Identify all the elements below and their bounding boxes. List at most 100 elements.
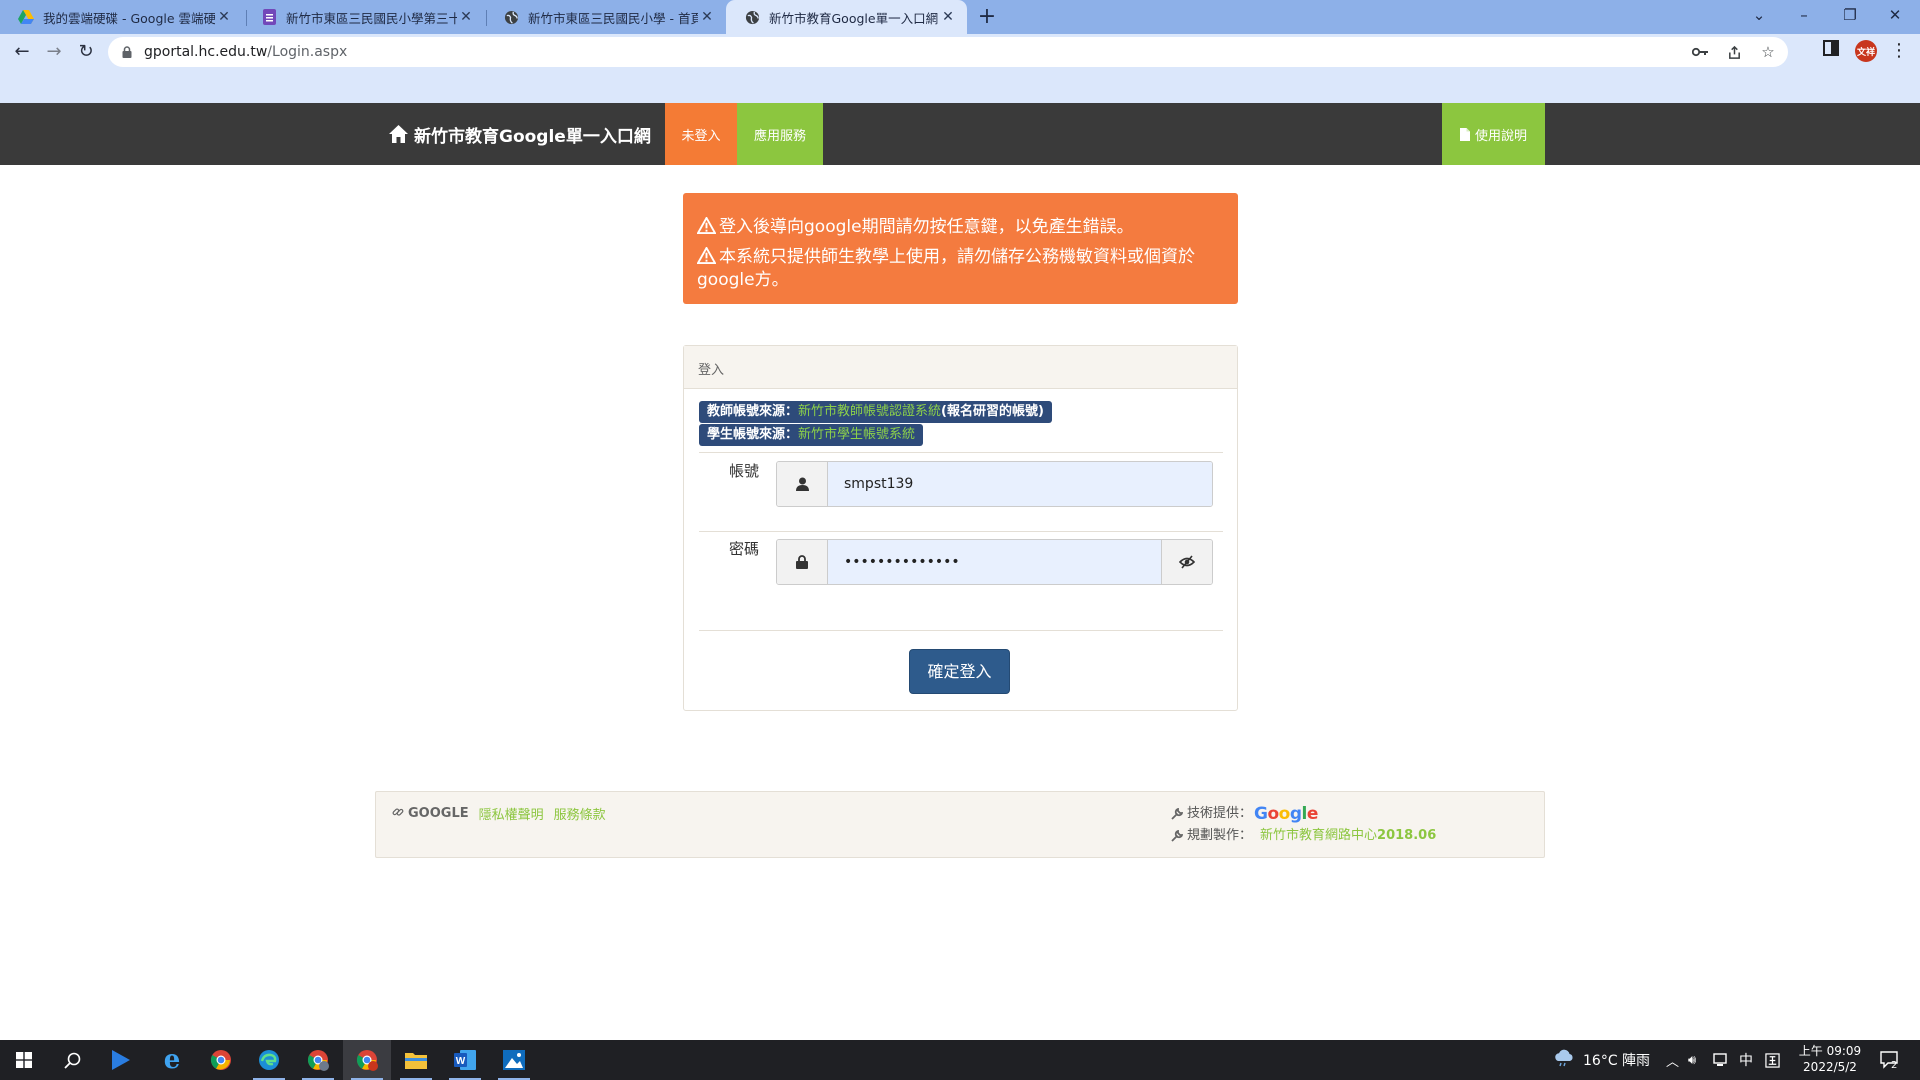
footer-google-label: GOOGLE (408, 806, 469, 821)
alert-text-2: 本系統只提供師生教學上使用，請勿儲存公務機敏資料或個資於google方。 (697, 247, 1195, 290)
site-brand[interactable]: 新竹市教育Google單一入口網 (389, 103, 651, 165)
media-player-icon[interactable] (96, 1040, 144, 1080)
tab-title: 我的雲端硬碟 - Google 雲端硬碟 (43, 10, 215, 26)
clock-date: 2022/5/2 (1803, 1060, 1857, 1074)
footer-credits: 技術提供： Google 規劃製作： 新竹市教育網路中心2018.06 (1171, 803, 1436, 847)
search-icon[interactable] (48, 1040, 96, 1080)
cloud-rain-icon (1553, 1049, 1575, 1071)
terms-of-service-link[interactable]: 服務條款 (554, 804, 606, 823)
footer-links: GOOGLE 隱私權聲明 服務條款 (392, 804, 616, 823)
restore-button[interactable]: ❐ (1828, 0, 1872, 30)
windows-start-icon[interactable] (0, 1040, 48, 1080)
tab-google-drive[interactable]: 我的雲端硬碟 - Google 雲端硬碟 ✕ (0, 0, 243, 34)
account-input[interactable] (828, 462, 1212, 506)
close-window-button[interactable]: ✕ (1873, 0, 1917, 30)
profile-avatar[interactable]: 文祥 (1855, 40, 1877, 62)
close-icon[interactable]: ✕ (457, 9, 475, 25)
taskbar-clock[interactable]: 上午 09:09 2022/5/2 (1794, 1043, 1866, 1075)
ime-mode-indicator[interactable]: 中 (1739, 1040, 1753, 1080)
tech-provider-row: 技術提供： Google (1171, 803, 1436, 825)
notifications-icon[interactable]: 2 (1880, 1040, 1898, 1080)
teacher-source-label: 教師帳號來源： (707, 404, 799, 419)
planner-name: 新竹市教育網路中心 (1260, 828, 1378, 843)
reload-button[interactable]: ↻ (72, 38, 100, 66)
bookmark-bar (0, 70, 1920, 103)
ime-toggle-icon[interactable] (1765, 1040, 1780, 1080)
internet-explorer-icon[interactable]: e (148, 1040, 196, 1080)
bookmark-star-icon[interactable]: ☆ (1758, 42, 1778, 62)
share-icon[interactable] (1724, 42, 1744, 62)
chrome-profile-icon[interactable] (294, 1040, 342, 1080)
notification-count: 2 (1891, 1059, 1898, 1071)
nav-help-label: 使用說明 (1474, 128, 1527, 144)
url-host: gportal.hc.edu.tw (144, 44, 268, 60)
network-icon[interactable] (1713, 1040, 1729, 1080)
wrench-icon (1171, 808, 1183, 820)
account-label: 帳號 (729, 462, 760, 480)
side-panel-icon[interactable] (1823, 40, 1839, 56)
windows-taskbar: e W 16°C 陣雨 ︿ 🔊︎ 中 上午 09:09 2022/5/2 2 (0, 1040, 1920, 1080)
warning-alert: 登入後導向google期間請勿按任意鍵，以免產生錯誤。 本系統只提供師生教學上使… (683, 193, 1238, 304)
globe-icon (744, 9, 760, 25)
clock-time: 上午 09:09 (1798, 1044, 1862, 1058)
alert-line-1: 登入後導向google期間請勿按任意鍵，以免產生錯誤。 (696, 216, 1224, 240)
tab-title: 新竹市東區三民國民小學 - 首頁 (528, 10, 698, 26)
tab-search-icon[interactable]: ⌄ (1737, 0, 1781, 30)
user-icon (777, 462, 828, 506)
teacher-auth-system-link[interactable]: 新竹市教師帳號認證系統 (798, 404, 941, 419)
nav-app-services[interactable]: 應用服務 (737, 103, 823, 165)
globe-icon (503, 9, 519, 25)
link-icon (392, 806, 404, 822)
svg-text:W: W (456, 1056, 466, 1067)
photos-icon[interactable] (490, 1040, 538, 1080)
close-icon[interactable]: ✕ (215, 9, 233, 25)
nav-not-logged-in[interactable]: 未登入 (665, 103, 737, 165)
close-icon[interactable]: ✕ (939, 9, 957, 25)
url-text: gportal.hc.edu.tw/Login.aspx (144, 44, 347, 60)
confirm-login-button[interactable]: 確定登入 (909, 649, 1010, 694)
chrome-active-icon[interactable] (343, 1040, 391, 1080)
tab-sanmin-home[interactable]: 新竹市東區三民國民小學 - 首頁 ✕ (485, 0, 726, 34)
url-path: /Login.aspx (267, 44, 348, 60)
key-icon[interactable] (1690, 42, 1710, 62)
warning-icon (696, 216, 717, 240)
divider (699, 452, 1223, 453)
show-hidden-icons[interactable]: ︿ (1666, 1040, 1679, 1080)
tab-title: 新竹市東區三民國民小學第三十二 (286, 10, 457, 26)
forward-button[interactable]: → (40, 38, 68, 66)
home-icon (389, 125, 408, 143)
tab-sanmin-forms[interactable]: 新竹市東區三民國民小學第三十二 ✕ (243, 0, 485, 34)
student-account-source-badge: 學生帳號來源：新竹市學生帳號系統 (699, 424, 924, 446)
browser-tabstrip: 我的雲端硬碟 - Google 雲端硬碟 ✕ 新竹市東區三民國民小學第三十二 ✕… (0, 0, 1920, 34)
teacher-account-source-badge: 教師帳號來源：新竹市教師帳號認證系統(報名研習的帳號) (699, 401, 1052, 423)
password-input[interactable] (828, 540, 1161, 584)
volume-icon[interactable]: 🔊︎ (1688, 1040, 1696, 1080)
tab-gportal-active[interactable]: 新竹市教育Google單一入口網 ✕ (726, 0, 967, 34)
edge-icon[interactable] (245, 1040, 293, 1080)
google-forms-icon (261, 9, 277, 25)
tech-provider-label: 技術提供： (1187, 806, 1253, 821)
weather-widget[interactable]: 16°C 陣雨 (1553, 1040, 1650, 1080)
lock-icon[interactable] (120, 45, 134, 59)
divider (699, 630, 1223, 631)
new-tab-button[interactable]: + (973, 3, 1001, 31)
alert-text-1: 登入後導向google期間請勿按任意鍵，以免產生錯誤。 (719, 217, 1134, 237)
divider (699, 531, 1223, 532)
privacy-policy-link[interactable]: 隱私權聲明 (479, 804, 544, 823)
word-icon[interactable]: W (441, 1040, 489, 1080)
password-label: 密碼 (729, 540, 760, 558)
chrome-icon[interactable] (197, 1040, 245, 1080)
back-button[interactable]: ← (8, 38, 36, 66)
minimize-button[interactable]: – (1782, 0, 1826, 30)
warning-icon (696, 246, 717, 270)
kebab-menu-icon[interactable]: ⋮ (1890, 40, 1908, 61)
file-explorer-icon[interactable] (392, 1040, 440, 1080)
close-icon[interactable]: ✕ (698, 9, 716, 25)
planner-link[interactable]: 新竹市教育網路中心2018.06 (1260, 825, 1436, 847)
weather-text: 16°C 陣雨 (1583, 1053, 1651, 1069)
show-password-eye-icon[interactable] (1161, 540, 1212, 584)
address-bar[interactable]: gportal.hc.edu.tw/Login.aspx ☆ (108, 37, 1788, 67)
nav-apps-label: 應用服務 (753, 128, 806, 144)
student-account-system-link[interactable]: 新竹市學生帳號系統 (798, 427, 915, 442)
nav-user-guide[interactable]: 使用說明 (1442, 103, 1545, 165)
